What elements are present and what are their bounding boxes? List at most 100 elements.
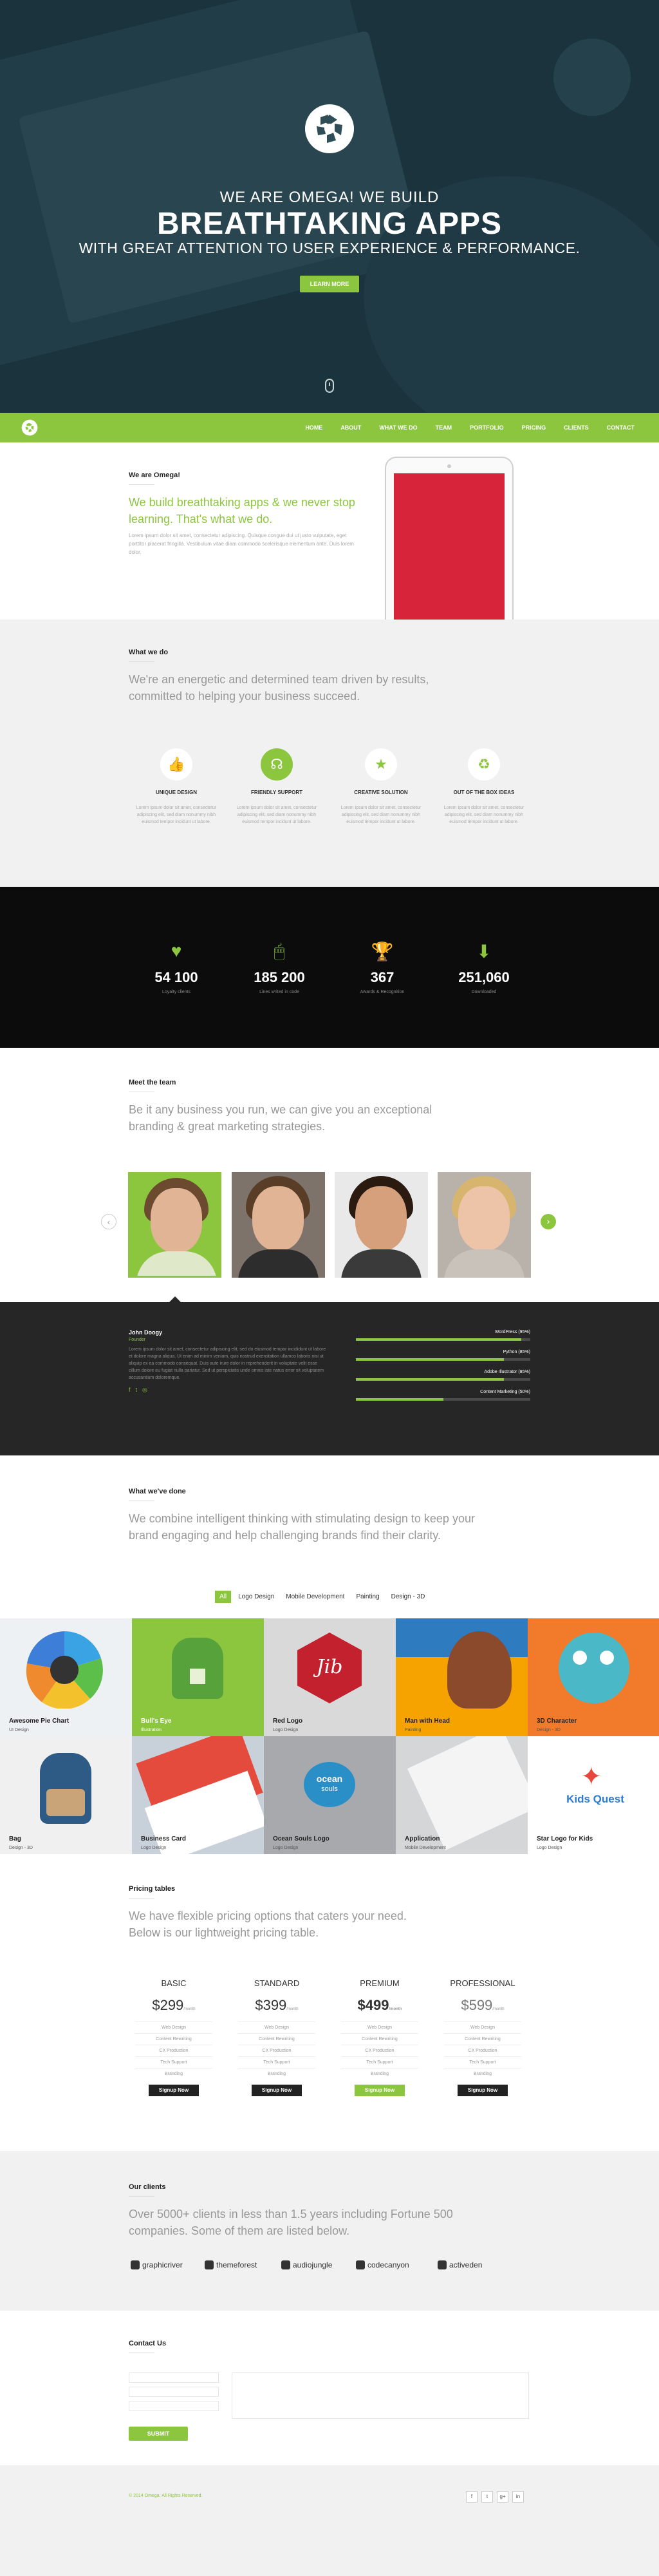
portfolio-item-application[interactable]: Application Mobile Development — [396, 1736, 528, 1854]
filter-logo-design[interactable]: Logo Design — [234, 1591, 279, 1603]
team-section: Meet the team Be it any business you run… — [0, 1048, 659, 1303]
learn-more-button[interactable]: LEARN MORE — [300, 276, 359, 292]
facebook-icon[interactable]: f — [129, 1387, 131, 1394]
client-logo-themeforest[interactable]: themeforest — [205, 2260, 257, 2269]
submit-button[interactable]: SUBMIT — [129, 2427, 188, 2441]
filter-painting[interactable]: Painting — [351, 1591, 384, 1603]
plan-period: /month — [389, 2007, 402, 2011]
nav-item-clients[interactable]: CLIENTS — [564, 413, 589, 442]
portfolio-item-business-card[interactable]: Business Card Logo Design — [132, 1736, 264, 1854]
skill-fill — [356, 1378, 505, 1381]
plan-premium: PREMIUM $499/month Web Design Content Re… — [341, 1978, 418, 2096]
portfolio-item-bulls-eye[interactable]: Bull's Eye Illustration — [132, 1618, 264, 1736]
portfolio-item-ocean-souls[interactable]: ocean souls Ocean Souls Logo Logo Design — [264, 1736, 396, 1854]
skill-track — [356, 1358, 530, 1361]
jib-logo-text: Jib — [316, 1656, 343, 1678]
dribbble-icon[interactable]: ◎ — [142, 1387, 147, 1394]
signup-button[interactable]: Signup Now — [458, 2085, 508, 2096]
contact-title: Contact Us — [129, 2340, 167, 2347]
client-logo-activeden[interactable]: activeden — [438, 2260, 482, 2269]
face — [458, 1186, 510, 1251]
nav-item-home[interactable]: HOME — [305, 413, 322, 442]
twitter-icon[interactable]: t — [481, 2491, 493, 2503]
member-bio: Lorem ipsum dolor sit amet, consectetur … — [129, 1347, 326, 1380]
tile-title: Man with Head — [405, 1718, 450, 1725]
nav-item-contact[interactable]: CONTACT — [607, 413, 635, 442]
skill-fill — [356, 1338, 522, 1341]
nav-item-pricing[interactable]: PRICING — [522, 413, 546, 442]
member-social: f t ◎ — [129, 1387, 328, 1394]
facebook-icon[interactable]: f — [466, 2491, 478, 2503]
team-photo-1[interactable] — [128, 1172, 221, 1278]
stat-value: 251,060 — [458, 969, 510, 985]
audiojungle-icon — [281, 2260, 290, 2269]
face — [151, 1188, 202, 1253]
portfolio-item-pie-chart[interactable]: Awesome Pie Chart UI Design — [0, 1618, 132, 1736]
name-field[interactable] — [129, 2372, 219, 2383]
intro-title: We are Omega! — [129, 471, 180, 479]
portfolio-item-bag[interactable]: Bag Design - 3D — [0, 1736, 132, 1854]
tile-category: Illustration — [141, 1728, 162, 1732]
signup-button[interactable]: Signup Now — [355, 2085, 405, 2096]
twitter-icon[interactable]: t — [136, 1387, 138, 1394]
client-logo-codecanyon[interactable]: codecanyon — [356, 2260, 409, 2269]
intro-body: Lorem ipsum dolor sit amet, consectetur … — [129, 533, 354, 555]
tile-category: Logo Design — [537, 1846, 562, 1850]
filter-mobile-development[interactable]: Mobile Development — [281, 1591, 349, 1603]
portfolio-filters: All Logo Design Mobile Development Paint… — [215, 1591, 432, 1603]
client-logo-graphicriver[interactable]: graphicriver — [131, 2260, 183, 2269]
message-field[interactable] — [232, 2372, 529, 2419]
portfolio-item-star-logo[interactable]: ✦ Kids Quest Star Logo for Kids Logo Des… — [528, 1736, 659, 1854]
plan-feature: Web Design — [135, 2022, 212, 2033]
subject-field[interactable] — [129, 2401, 219, 2411]
app-screen-mockup — [407, 1736, 528, 1851]
team-photo-3[interactable] — [335, 1172, 428, 1278]
scroll-mouse-icon[interactable] — [325, 379, 334, 393]
nav-item-portfolio[interactable]: PORTFOLIO — [470, 413, 504, 442]
portfolio-item-3d-character[interactable]: 3D Character Design - 3D — [528, 1618, 659, 1736]
nav-logo-icon[interactable] — [21, 419, 38, 436]
recycle-icon: ♻ — [468, 748, 500, 781]
signup-button[interactable]: Signup Now — [252, 2085, 302, 2096]
plan-name: PREMIUM — [360, 1978, 400, 1988]
plan-feature: CX Production — [238, 2045, 315, 2056]
signup-button[interactable]: Signup Now — [149, 2085, 199, 2096]
pricing-lead: We have flexible pricing options that ca… — [129, 1909, 407, 1939]
skill-bar-1: WordPress (95%) — [356, 1330, 530, 1341]
team-next-arrow-icon[interactable]: › — [541, 1214, 556, 1229]
plan-professional: PROFESSIONAL $599/month Web Design Conte… — [444, 1978, 521, 2096]
nav-item-team[interactable]: TEAM — [436, 413, 452, 442]
nav-item-about[interactable]: ABOUT — [340, 413, 361, 442]
tile-category: UI Design — [9, 1728, 29, 1732]
pricing-divider — [129, 1898, 154, 1899]
plan-period: /month — [286, 2007, 299, 2011]
team-photo-4[interactable] — [438, 1172, 531, 1278]
filter-all[interactable]: All — [215, 1591, 232, 1603]
feature-desc: Lorem ipsum dolor sit amet, consectetur … — [136, 806, 217, 824]
team-photo-2[interactable] — [232, 1172, 325, 1278]
team-prev-arrow-icon[interactable]: ‹ — [101, 1214, 116, 1229]
body — [136, 1251, 217, 1276]
tile-category: Logo Design — [273, 1728, 299, 1732]
plan-feature: Branding — [341, 2068, 418, 2079]
portfolio-item-man-with-head[interactable]: Man with Head Painting — [396, 1618, 528, 1736]
face — [252, 1186, 304, 1251]
plan-period: /month — [492, 2007, 505, 2011]
wwd-title: What we do — [129, 649, 169, 656]
stat-label: Awards & Recognition — [360, 990, 405, 994]
themeforest-icon — [205, 2260, 214, 2269]
feature-title: CREATIVE SOLUTION — [354, 790, 408, 795]
tile-title: Bag — [9, 1835, 21, 1842]
google-plus-icon[interactable]: g+ — [497, 2491, 508, 2503]
linkedin-icon[interactable]: in — [512, 2491, 524, 2503]
kids-quest-logo-text: Kids Quest — [566, 1793, 624, 1805]
nav-item-what-we-do[interactable]: WHAT WE DO — [379, 413, 417, 442]
email-field[interactable] — [129, 2387, 219, 2397]
aperture-logo-icon — [305, 104, 354, 153]
filter-design-3d[interactable]: Design - 3D — [387, 1591, 430, 1603]
client-logo-audiojungle[interactable]: audiojungle — [281, 2260, 332, 2269]
feature-out-of-the-box: ♻ OUT OF THE BOX IDEAS Lorem ipsum dolor… — [439, 748, 529, 826]
wwd-lead: We're an energetic and determined team d… — [129, 673, 429, 703]
portfolio-item-red-logo[interactable]: Jib Red Logo Logo Design — [264, 1618, 396, 1736]
headset-icon: ☊ — [261, 748, 293, 781]
